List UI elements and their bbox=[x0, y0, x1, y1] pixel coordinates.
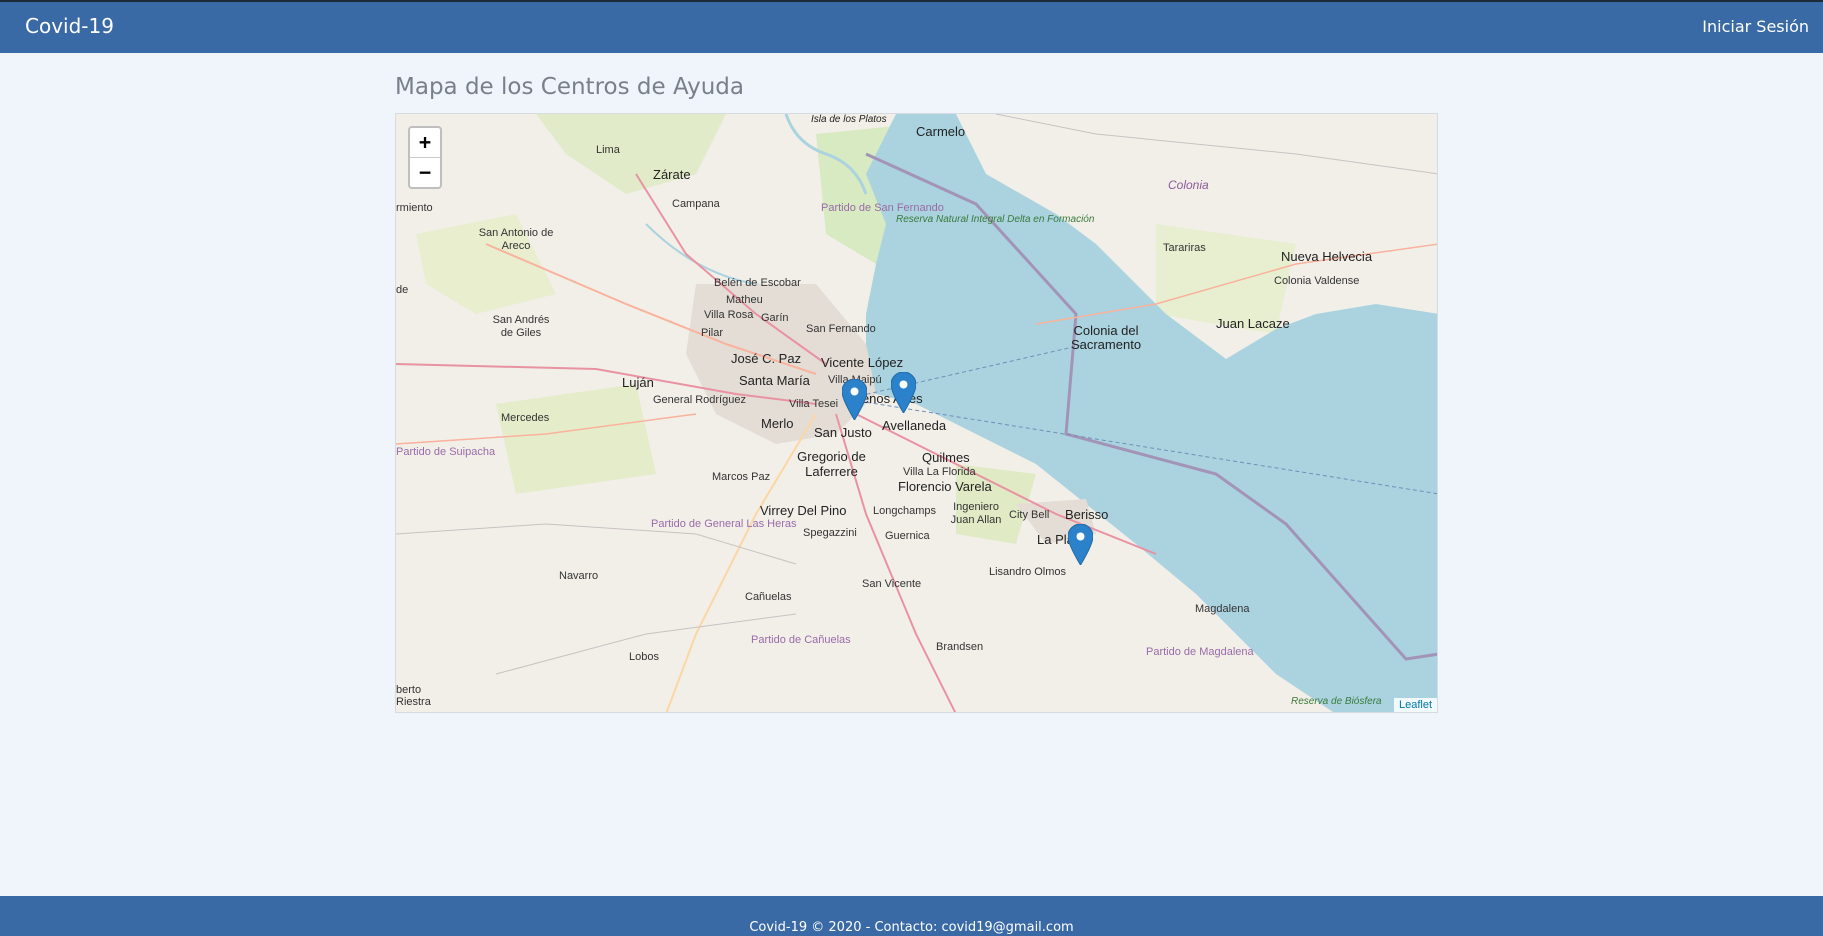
map-label: Avellaneda bbox=[882, 418, 947, 433]
zoom-control: + − bbox=[408, 126, 442, 189]
map-label: Belén de Escobar bbox=[714, 277, 801, 289]
map-label: Navarro bbox=[559, 570, 599, 582]
leaflet-attribution-link[interactable]: Leaflet bbox=[1393, 698, 1437, 712]
map-label: Florencio Varela bbox=[898, 479, 992, 494]
page-title: Mapa de los Centros de Ayuda bbox=[395, 74, 744, 100]
map-label: Quilmes bbox=[922, 450, 970, 465]
map-label: Villa Tesei bbox=[789, 398, 839, 410]
map-label: Matheu bbox=[726, 294, 763, 306]
map-label: San Justo bbox=[814, 425, 872, 440]
map-label: Garín bbox=[761, 312, 789, 324]
map-label: Guernica bbox=[885, 530, 930, 542]
map-label: General Rodríguez bbox=[653, 394, 746, 406]
map-label: Partido de Magdalena bbox=[1146, 646, 1254, 658]
map-label: Lima bbox=[596, 144, 620, 156]
map-label: Tarariras bbox=[1163, 242, 1206, 254]
map-label: Colonia del Sacramento bbox=[1070, 323, 1142, 352]
map-label: Carmelo bbox=[916, 124, 966, 139]
map-label: City Bell bbox=[1009, 509, 1050, 521]
footer: Covid-19 © 2020 - Contacto: covid19@gmai… bbox=[0, 896, 1823, 936]
map-label: Campana bbox=[672, 198, 720, 210]
map-label: Virrey Del Pino bbox=[760, 503, 847, 518]
map-label: Reserva Natural Integral Delta en Formac… bbox=[896, 214, 1094, 226]
map-container[interactable]: Isla de los Platos Carmelo Lima Zárate C… bbox=[395, 113, 1438, 713]
map-label: Berisso bbox=[1065, 507, 1109, 522]
brand-logo[interactable]: Covid-19 bbox=[25, 14, 114, 38]
map-marker[interactable] bbox=[1067, 523, 1094, 566]
map-label: Cañuelas bbox=[745, 591, 792, 603]
map-label: Partido de Suipacha bbox=[396, 446, 496, 458]
map-label: rmiento bbox=[396, 202, 433, 214]
map-label: José C. Paz bbox=[731, 351, 802, 366]
map-label: Luján bbox=[622, 375, 654, 390]
map-label: de bbox=[396, 284, 409, 296]
footer-text: Covid-19 © 2020 - Contacto: covid19@gmai… bbox=[749, 920, 1074, 935]
map-label: Villa La Florida bbox=[903, 466, 976, 478]
navbar: Covid-19 Iniciar Sesión bbox=[0, 0, 1823, 53]
map-label: Mercedes bbox=[501, 412, 550, 424]
map-label: Marcos Paz bbox=[712, 471, 771, 483]
map-label: Vicente López bbox=[821, 355, 904, 370]
map-label: Colonia Valdense bbox=[1274, 275, 1360, 287]
map-label: Longchamps bbox=[873, 505, 936, 517]
map-label: Colonia bbox=[1168, 178, 1209, 192]
login-link[interactable]: Iniciar Sesión bbox=[1702, 17, 1809, 36]
map-label: Partido de Cañuelas bbox=[751, 634, 851, 646]
map-label: Merlo bbox=[761, 416, 794, 431]
map-label: Pilar bbox=[701, 327, 724, 339]
map-label: San Fernando bbox=[806, 323, 876, 335]
map-label: Gregorio de Laferrere bbox=[797, 449, 866, 479]
map-label: San Vicente bbox=[862, 578, 922, 590]
map-label: Santa María bbox=[739, 373, 810, 388]
map-marker[interactable] bbox=[841, 378, 868, 421]
zoom-in-button[interactable]: + bbox=[410, 128, 440, 158]
map-label: Reserva de Biósfera bbox=[1291, 696, 1382, 707]
map-label: Spegazzini bbox=[803, 527, 857, 539]
map-label: Brandsen bbox=[936, 641, 984, 653]
map-label: Magdalena bbox=[1195, 603, 1250, 615]
map-label: berto Riestra bbox=[396, 684, 431, 708]
map-label: Lisandro Olmos bbox=[989, 566, 1067, 578]
map-label: Zárate bbox=[653, 167, 691, 182]
map-label: Villa Rosa bbox=[704, 309, 754, 321]
map-marker[interactable] bbox=[890, 371, 917, 414]
map-label: Partido de San Fernando bbox=[821, 202, 944, 214]
map-label: Ingeniero Juan Allan bbox=[950, 501, 1002, 526]
map-label: Nueva Helvecia bbox=[1281, 249, 1373, 264]
map-label: Lobos bbox=[629, 651, 659, 663]
map-label: Isla de los Platos bbox=[811, 114, 887, 125]
map-label: Juan Lacaze bbox=[1216, 316, 1290, 331]
zoom-out-button[interactable]: − bbox=[410, 158, 440, 187]
map-label: San Andrés de Giles bbox=[492, 314, 550, 339]
map-label: San Antonio de Areco bbox=[478, 227, 554, 252]
map-label: Partido de General Las Heras bbox=[651, 518, 797, 530]
